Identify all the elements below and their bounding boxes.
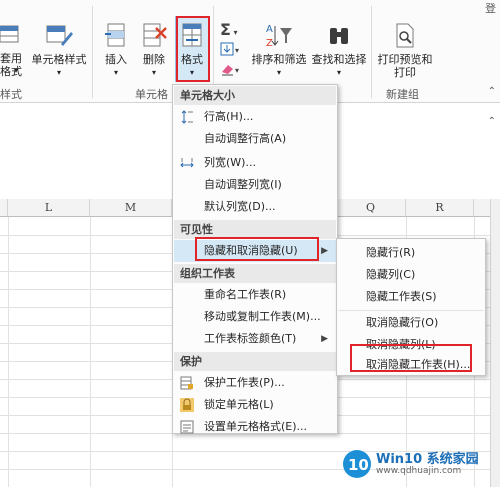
menu-item-protect-sheet[interactable]: 保护工作表(P)... (174, 372, 336, 394)
menu-item-row-height[interactable]: 行高(H)... (174, 106, 336, 128)
grid-vline (90, 217, 91, 487)
section-protect: 保护 (174, 352, 336, 371)
styles-group-label: 样式 (0, 88, 22, 101)
svg-text:Z: Z (266, 38, 273, 49)
column-header[interactable] (0, 199, 8, 217)
chevron-down-icon: ▾ (276, 68, 281, 77)
unhide-rows-label: 取消隐藏行(O) (366, 316, 439, 329)
hide-unhide-red-frame (195, 237, 319, 261)
account-label[interactable]: 登 (485, 0, 496, 16)
new-group-label: 新建组 (386, 88, 419, 101)
submenu-arrow-icon: ▶ (321, 246, 328, 256)
menu-item-rename-sheet[interactable]: 重命名工作表(R) (174, 284, 336, 306)
chevron-up-icon[interactable]: ⌃ (488, 116, 496, 127)
cells-group-label: 单元格 (135, 88, 168, 101)
svg-text:▾: ▾ (235, 46, 239, 55)
menu-item-default-width[interactable]: 默认列宽(D)... (174, 196, 336, 218)
menu-item-autofit-column[interactable]: 自动调整列宽(I) (174, 174, 336, 196)
lock-icon (180, 398, 194, 412)
watermark-brand: Win10 系统家园 (376, 452, 479, 467)
print-preview-icon (396, 23, 414, 48)
menu-item-column-width[interactable]: 列宽(W)... (174, 152, 336, 174)
submenu-separator (338, 310, 484, 311)
hide-rows-label: 隐藏行(R) (366, 246, 416, 259)
format-as-table-button[interactable]: 套用 格式 ▾ (0, 22, 22, 78)
column-header-r[interactable]: R (406, 199, 474, 217)
menu-item-lock-cell[interactable]: 锁定单元格(L) (174, 394, 336, 416)
find-select-label: 查找和选择 (311, 53, 367, 66)
autosum-icon[interactable]: Σ ▾ (220, 20, 238, 39)
chevron-down-icon: ▾ (113, 68, 118, 77)
column-width-label: 列宽(W)... (204, 156, 256, 169)
menu-item-move-copy[interactable]: 移动或复制工作表(M)... (174, 306, 336, 328)
protect-sheet-icon (180, 376, 193, 390)
svg-text:▾: ▾ (235, 66, 239, 75)
submenu-item-unhide-rows[interactable]: 取消隐藏行(O) (338, 312, 484, 334)
menu-item-autofit-row[interactable]: 自动调整行高(A) (174, 128, 336, 150)
group-separator (92, 6, 93, 98)
delete-cells-icon (143, 23, 167, 47)
chevron-down-icon: ▾ (56, 68, 61, 77)
watermark: 10 Win10 系统家园 www.qdhuajin.com (342, 447, 494, 481)
section-cell-size: 单元格大小 (174, 86, 336, 105)
row-height-icon (181, 110, 193, 124)
unhide-sheet-red-frame (350, 344, 472, 372)
autofit-column-label: 自动调整列宽(I) (204, 178, 282, 191)
submenu-arrow-icon: ▶ (321, 334, 328, 344)
menu-item-format-cells[interactable]: 设置单元格格式(E)... (174, 416, 336, 438)
submenu-item-hide-sheet[interactable]: 隐藏工作表(S) (338, 286, 484, 308)
insert-cells-icon (105, 23, 125, 47)
binoculars-icon (330, 28, 348, 44)
column-header-l[interactable]: L (8, 199, 90, 217)
sort-filter-label: 排序和筛选 (251, 53, 307, 66)
watermark-url: www.qdhuajin.com (376, 466, 462, 476)
insert-button[interactable]: 插入 ▾ (100, 22, 132, 79)
submenu-item-hide-rows[interactable]: 隐藏行(R) (338, 242, 484, 264)
find-select-button[interactable]: 查找和选择 ▾ (310, 22, 368, 79)
cell-styles-button[interactable]: 单元格样式 ▾ (28, 22, 90, 79)
grid-vline (8, 217, 9, 487)
default-width-label: 默认列宽(D)... (204, 200, 276, 213)
tab-color-label: 工作表标签颜色(T) (204, 332, 297, 345)
format-button-red-frame (176, 16, 210, 82)
svg-text:A: A (266, 24, 273, 35)
cell-styles-label: 单元格样式 (31, 53, 87, 66)
sort-filter-button[interactable]: A Z 排序和筛选 ▾ (250, 22, 308, 79)
windows-logo-icon: 10 (343, 450, 371, 478)
section-organize-sheets: 组织工作表 (174, 264, 336, 283)
format-cells-dialog-icon (180, 420, 194, 434)
print-preview-button[interactable]: 打印预览和 打印 (374, 22, 436, 79)
chevron-down-icon: ▾ (336, 68, 341, 77)
move-copy-label: 移动或复制工作表(M)... (204, 310, 321, 323)
delete-button[interactable]: 删除 ▾ (138, 22, 170, 79)
svg-text:10: 10 (348, 456, 369, 474)
delete-label: 删除 (143, 53, 165, 66)
group-separator (371, 6, 372, 98)
lock-cell-label: 锁定单元格(L) (204, 398, 274, 411)
print-preview-label: 打印预览和 打印 (377, 53, 433, 79)
autofit-row-label: 自动调整行高(A) (204, 132, 287, 145)
row-height-label: 行高(H)... (204, 110, 254, 123)
column-header-q[interactable]: Q (336, 199, 406, 217)
submenu-item-hide-columns[interactable]: 隐藏列(C) (338, 264, 484, 286)
hide-columns-label: 隐藏列(C) (366, 268, 416, 281)
fill-icon[interactable]: ▾ (220, 42, 244, 59)
column-header-m[interactable]: M (90, 199, 172, 217)
format-cells-label: 设置单元格格式(E)... (204, 420, 308, 433)
chevron-down-icon: ▾ (151, 68, 156, 77)
clear-eraser-icon[interactable]: ▾ (220, 62, 244, 79)
protect-sheet-label: 保护工作表(P)... (204, 376, 285, 389)
insert-label: 插入 (105, 53, 127, 66)
chevron-down-icon: ▾ (14, 66, 19, 75)
hide-sheet-label: 隐藏工作表(S) (366, 290, 437, 303)
menu-item-tab-color[interactable]: 工作表标签颜色(T) ▶ (174, 328, 336, 350)
cell-styles-icon (46, 25, 73, 46)
table-format-icon (0, 25, 19, 43)
column-width-icon (180, 158, 194, 168)
rename-sheet-label: 重命名工作表(R) (204, 288, 287, 301)
sort-filter-icon: A Z (266, 24, 292, 49)
format-as-table-label: 套用 格式 (0, 52, 22, 78)
vertical-scrollbar[interactable] (490, 199, 500, 487)
collapse-ribbon-icon[interactable]: ⌃ (488, 86, 496, 97)
